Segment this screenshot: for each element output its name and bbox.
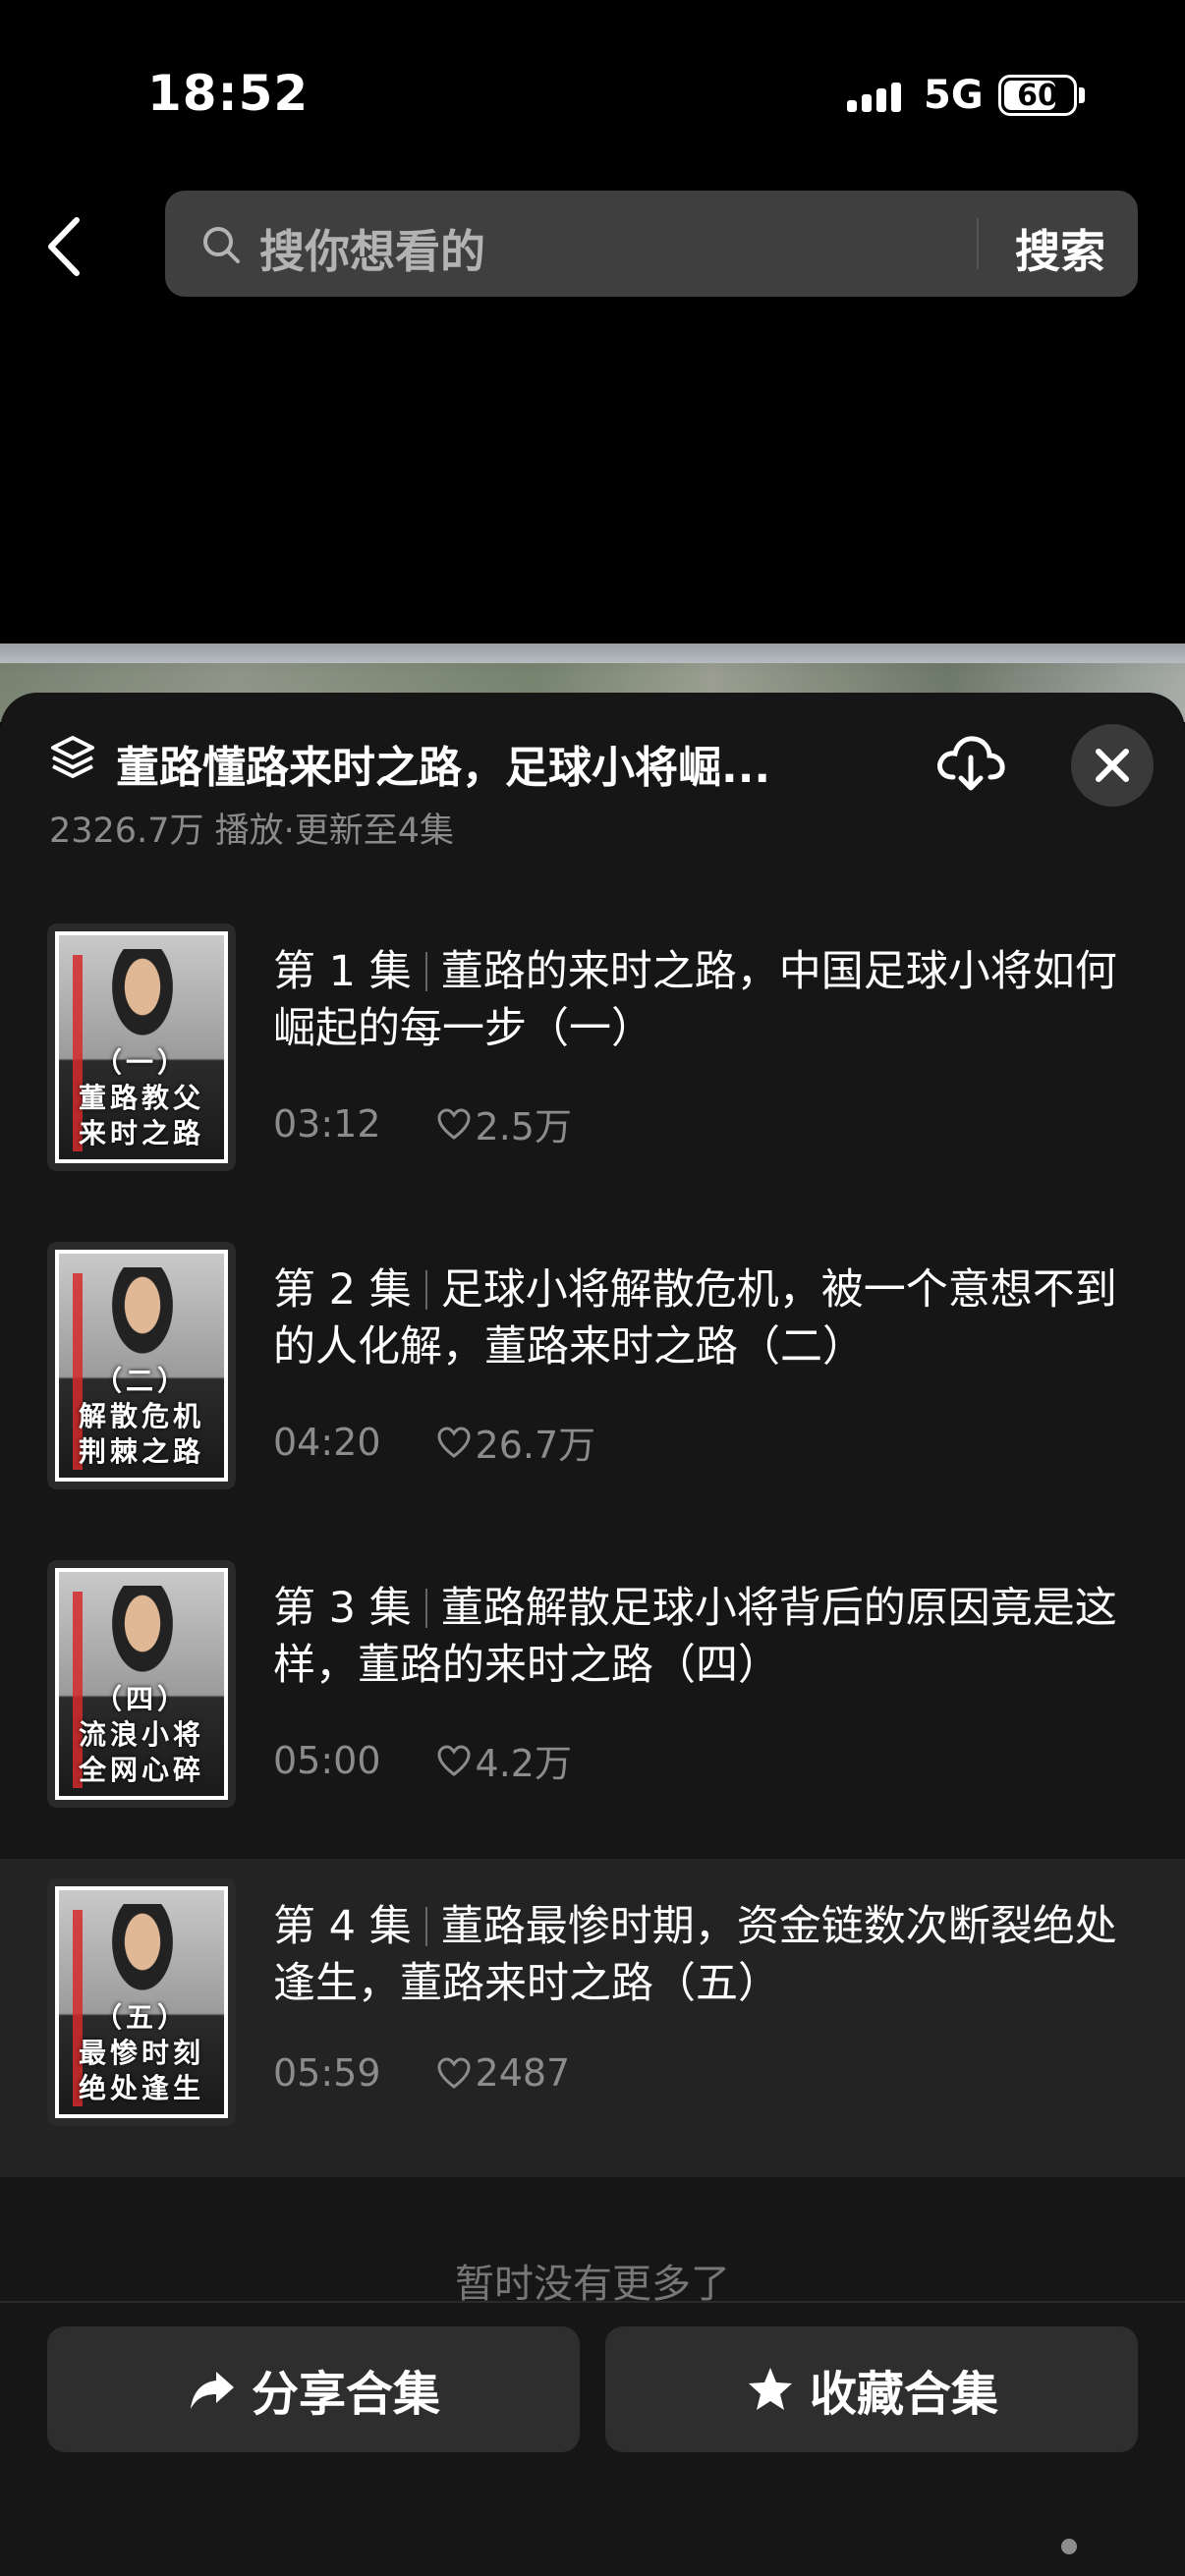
collection-title: 董路懂路来时之路，足球小将崛... (116, 743, 771, 793)
episode-title: 第 4 集董路最惨时期，资金链数次断裂绝处逢生，董路来时之路（五） (273, 1902, 1117, 2008)
episode-likes: 26.7万 (475, 1424, 596, 1467)
share-arrow-icon (190, 2372, 234, 2409)
episode-likes: 2.5万 (475, 1105, 572, 1148)
collection-panel: 董路懂路来时之路，足球小将崛... 2326.7万 播放·更新至4集 （一） 董… (0, 693, 1185, 2576)
episode-likes: 4.2万 (475, 1742, 572, 1785)
search-input[interactable]: 搜你想看的 (259, 216, 485, 281)
heart-icon (437, 1426, 471, 1458)
episode-meta: 05:00 4.2万 (273, 1733, 572, 1787)
search-divider (977, 218, 979, 269)
back-button[interactable] (41, 212, 90, 281)
heart-icon (437, 1107, 471, 1140)
heart-icon (437, 1744, 471, 1776)
episode-thumbnail: （一） 董路教父 来时之路 (47, 924, 236, 1171)
star-icon (748, 2368, 792, 2410)
collection-meta: 2326.7万 播放·更新至4集 (49, 812, 454, 851)
bottom-action-bar: 分享合集 收藏合集 (0, 2301, 1185, 2576)
close-button[interactable] (1071, 724, 1154, 807)
person-image (98, 949, 187, 1057)
status-time: 18:52 (147, 65, 310, 122)
heart-icon (437, 2057, 471, 2089)
share-collection-button[interactable]: 分享合集 (47, 2326, 580, 2452)
episode-duration: 04:20 (273, 1420, 381, 1464)
battery-icon: 60 (998, 75, 1077, 116)
layers-icon (51, 736, 94, 778)
favorite-collection-label: 收藏合集 (809, 2367, 998, 2422)
episode-likes: 2487 (475, 2051, 571, 2095)
episode-list: （一） 董路教父 来时之路 第 1 集董路的来时之路，中国足球小将如何崛起的每一… (0, 904, 1185, 2177)
download-button[interactable] (933, 732, 1008, 795)
network-label: 5G (924, 73, 984, 118)
signal-icon (847, 83, 901, 112)
search-button[interactable]: 搜索 (1015, 216, 1105, 281)
episode-meta: 05:59 2487 (273, 2051, 570, 2095)
episode-thumbnail: （五） 最惨时刻 绝处逢生 (47, 1878, 236, 2126)
episode-item-active[interactable]: （五） 最惨时刻 绝处逢生 第 4 集董路最惨时期，资金链数次断裂绝处逢生，董路… (0, 1859, 1185, 2177)
person-image (98, 1586, 187, 1694)
episode-title: 第 3 集董路解散足球小将背后的原因竟是这样，董路的来时之路（四） (273, 1584, 1117, 1690)
episode-item[interactable]: （一） 董路教父 来时之路 第 1 集董路的来时之路，中国足球小将如何崛起的每一… (0, 904, 1185, 1222)
episode-thumbnail: （二） 解散危机 荆棘之路 (47, 1242, 236, 1489)
episode-title: 第 2 集足球小将解散危机，被一个意想不到的人化解，董路来时之路（二） (273, 1265, 1117, 1372)
episode-meta: 03:12 2.5万 (273, 1096, 572, 1150)
episode-duration: 03:12 (273, 1101, 381, 1146)
episode-duration: 05:59 (273, 2051, 381, 2095)
home-indicator (1061, 2539, 1077, 2554)
episode-title: 第 1 集董路的来时之路，中国足球小将如何崛起的每一步（一） (273, 947, 1117, 1053)
episode-duration: 05:00 (273, 1738, 381, 1782)
episode-thumbnail: （四） 流浪小将 全网心碎 (47, 1560, 236, 1808)
favorite-collection-button[interactable]: 收藏合集 (605, 2326, 1138, 2452)
share-collection-label: 分享合集 (251, 2367, 440, 2422)
episode-item[interactable]: （二） 解散危机 荆棘之路 第 2 集足球小将解散危机，被一个意想不到的人化解，… (0, 1222, 1185, 1540)
battery-tip (1079, 87, 1085, 103)
person-image (98, 1904, 187, 2012)
episode-meta: 04:20 26.7万 (273, 1415, 595, 1469)
search-icon (203, 227, 240, 263)
status-bar: 18:52 5G 60 (0, 0, 1185, 187)
search-bar[interactable]: 搜你想看的 搜索 (165, 191, 1138, 297)
episode-item[interactable]: （四） 流浪小将 全网心碎 第 3 集董路解散足球小将背后的原因竟是这样，董路的… (0, 1540, 1185, 1859)
cloud-download-icon (937, 736, 1005, 791)
battery-level: 60 (1017, 78, 1058, 113)
close-icon (1096, 749, 1129, 782)
person-image (98, 1267, 187, 1375)
chevron-left-icon (48, 217, 80, 276)
